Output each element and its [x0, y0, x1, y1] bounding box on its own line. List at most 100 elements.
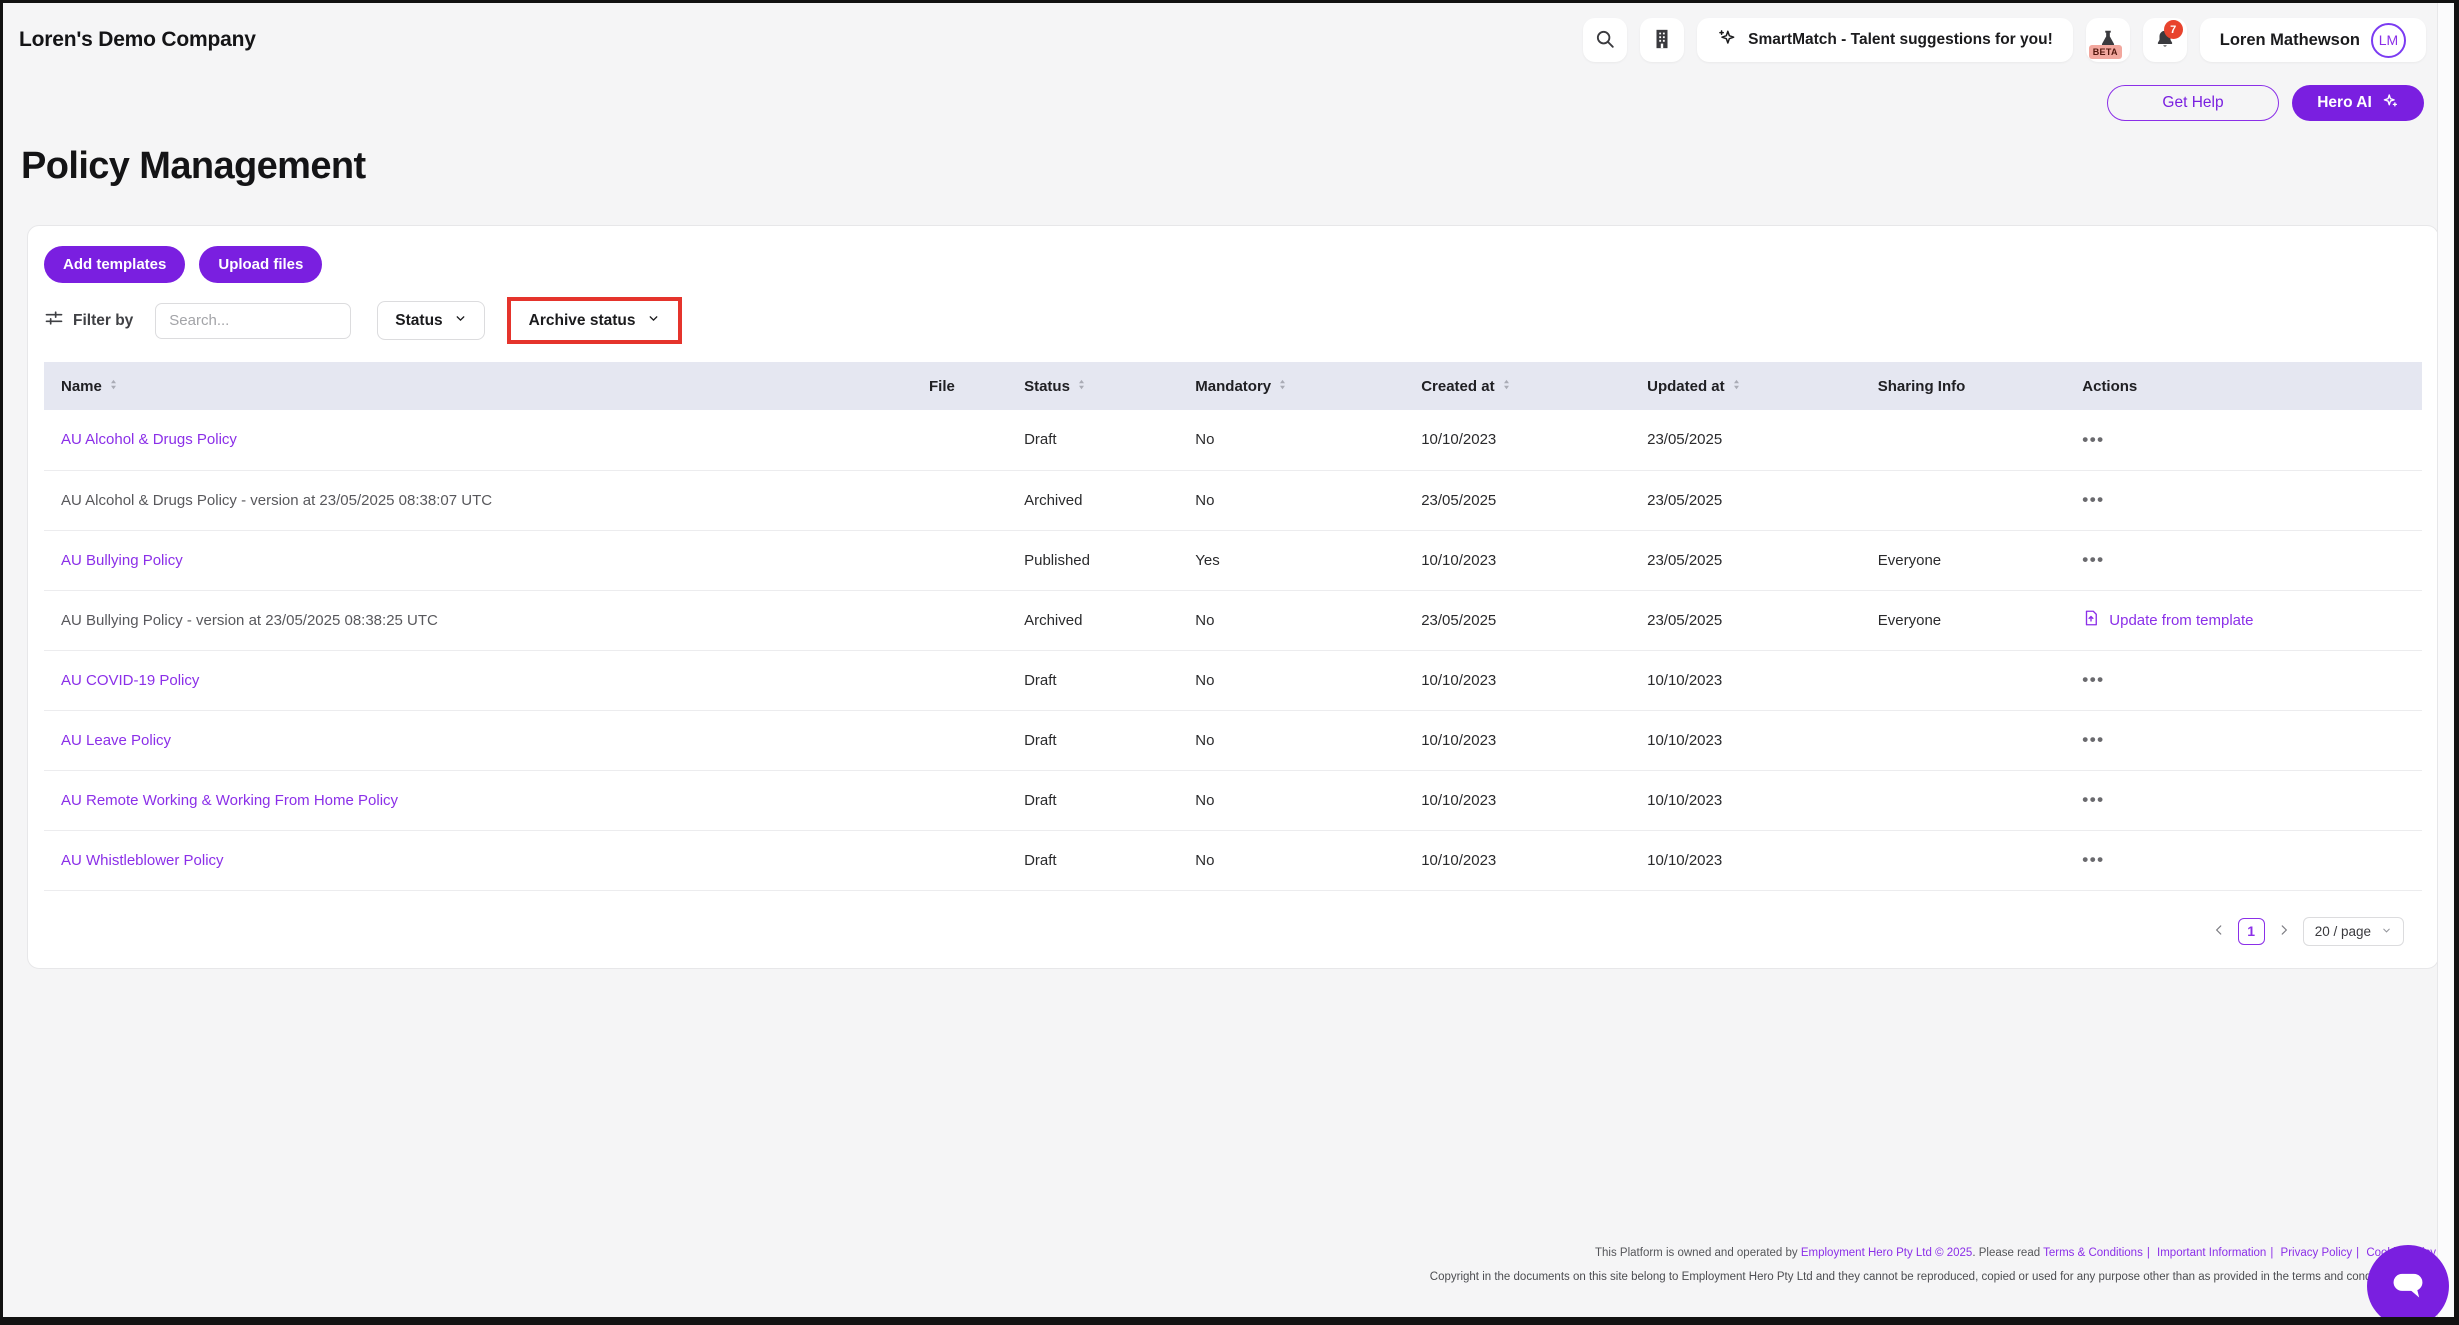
- company-link[interactable]: Employment Hero Pty Ltd © 2025: [1801, 1247, 1972, 1259]
- page-title: Policy Management: [21, 145, 366, 188]
- column-header-status[interactable]: Status: [1007, 362, 1178, 410]
- organisation-button[interactable]: [1640, 18, 1684, 62]
- row-actions-menu-button[interactable]: •••: [2082, 431, 2104, 448]
- table-row: AU Alcohol & Drugs Policy Draft No 10/10…: [44, 410, 2422, 470]
- file-cell: [912, 650, 1007, 710]
- updated-at-cell: 23/05/2025: [1630, 530, 1861, 590]
- file-cell: [912, 710, 1007, 770]
- sort-icon: [1499, 377, 1514, 396]
- file-cell: [912, 590, 1007, 650]
- notifications-button[interactable]: 7: [2143, 18, 2187, 62]
- user-menu-button[interactable]: Loren Mathewson LM: [2200, 18, 2426, 62]
- chat-launcher-button[interactable]: [2367, 1245, 2449, 1325]
- updated-at-cell: 23/05/2025: [1630, 470, 1861, 530]
- status-cell: Archived: [1007, 590, 1178, 650]
- column-header-actions: Actions: [2065, 362, 2422, 410]
- status-cell: Draft: [1007, 710, 1178, 770]
- column-header-updated-at[interactable]: Updated at: [1630, 362, 1861, 410]
- policy-name-link[interactable]: AU Whistleblower Policy: [61, 852, 224, 869]
- mandatory-cell: Yes: [1178, 530, 1404, 590]
- column-header-sharing-info: Sharing Info: [1861, 362, 2066, 410]
- table-header-row: Name File Status Mandatory Created at Up…: [44, 362, 2422, 410]
- created-at-cell: 10/10/2023: [1404, 770, 1630, 830]
- privacy-policy-link[interactable]: Privacy Policy: [2281, 1247, 2353, 1259]
- table-row: AU Alcohol & Drugs Policy - version at 2…: [44, 470, 2422, 530]
- policy-name-link[interactable]: AU Alcohol & Drugs Policy: [61, 431, 237, 448]
- status-dropdown-label: Status: [395, 312, 442, 330]
- app-window: Loren's Demo Company SmartMatch - Talent…: [0, 0, 2459, 1325]
- column-header-name[interactable]: Name: [44, 362, 912, 410]
- row-actions-menu-button[interactable]: •••: [2082, 671, 2104, 688]
- update-from-template-link[interactable]: Update from template: [2082, 609, 2253, 631]
- terms-link[interactable]: Terms & Conditions: [2043, 1247, 2143, 1259]
- status-dropdown[interactable]: Status: [377, 301, 484, 340]
- mandatory-cell: No: [1178, 470, 1404, 530]
- upload-files-button[interactable]: Upload files: [199, 246, 322, 283]
- policy-name-link[interactable]: AU COVID-19 Policy: [61, 672, 199, 689]
- smartmatch-banner-button[interactable]: SmartMatch - Talent suggestions for you!: [1697, 18, 2073, 62]
- archive-status-dropdown[interactable]: Archive status: [511, 301, 678, 340]
- row-actions-menu-button[interactable]: •••: [2082, 791, 2104, 808]
- updated-at-cell: 23/05/2025: [1630, 590, 1861, 650]
- legal-footer: This Platform is owned and operated by E…: [1430, 1241, 2436, 1289]
- smartmatch-label: SmartMatch - Talent suggestions for you!: [1748, 31, 2053, 49]
- sharing-info-cell: [1861, 410, 2066, 470]
- policy-name-text: AU Bullying Policy - version at 23/05/20…: [61, 612, 438, 629]
- created-at-cell: 23/05/2025: [1404, 590, 1630, 650]
- previous-page-button[interactable]: [2212, 923, 2226, 940]
- building-icon: [1651, 28, 1673, 53]
- filters-row: Filter by Status Archive status: [44, 297, 2422, 344]
- next-page-button[interactable]: [2277, 923, 2291, 940]
- updated-at-cell: 10/10/2023: [1630, 770, 1861, 830]
- file-cell: [912, 470, 1007, 530]
- sharing-info-cell: [1861, 650, 2066, 710]
- chevron-left-icon: [2212, 923, 2226, 940]
- table-row: AU Bullying Policy Published Yes 10/10/2…: [44, 530, 2422, 590]
- column-header-mandatory[interactable]: Mandatory: [1178, 362, 1404, 410]
- help-row: Get Help Hero AI: [2107, 85, 2424, 121]
- chat-bubble-icon: [2387, 1264, 2429, 1309]
- sharing-info-cell: [1861, 830, 2066, 890]
- sharing-info-cell: Everyone: [1861, 530, 2066, 590]
- sort-icon: [1074, 377, 1089, 396]
- policies-table: Name File Status Mandatory Created at Up…: [44, 362, 2422, 891]
- row-actions-menu-button[interactable]: •••: [2082, 491, 2104, 508]
- policy-name-link[interactable]: AU Remote Working & Working From Home Po…: [61, 792, 398, 809]
- table-row: AU Remote Working & Working From Home Po…: [44, 770, 2422, 830]
- scrollbar[interactable]: [2437, 3, 2454, 1317]
- page-size-label: 20 / page: [2315, 924, 2371, 939]
- notification-badge: 7: [2164, 20, 2183, 39]
- important-info-link[interactable]: Important Information: [2157, 1247, 2266, 1259]
- row-actions-menu-button[interactable]: •••: [2082, 551, 2104, 568]
- add-templates-button[interactable]: Add templates: [44, 246, 185, 283]
- pagination: 1 20 / page: [44, 917, 2422, 946]
- page-number-button[interactable]: 1: [2238, 918, 2265, 945]
- sharing-info-cell: [1861, 770, 2066, 830]
- created-at-cell: 10/10/2023: [1404, 530, 1630, 590]
- policy-name-link[interactable]: AU Bullying Policy: [61, 552, 183, 569]
- filter-by: Filter by: [44, 308, 133, 333]
- search-input[interactable]: [155, 303, 351, 339]
- footer-line1: This Platform is owned and operated by E…: [1430, 1241, 2436, 1265]
- status-cell: Draft: [1007, 830, 1178, 890]
- row-actions-menu-button[interactable]: •••: [2082, 731, 2104, 748]
- get-help-button[interactable]: Get Help: [2107, 85, 2279, 121]
- row-actions-menu-button[interactable]: •••: [2082, 851, 2104, 868]
- column-header-created-at[interactable]: Created at: [1404, 362, 1630, 410]
- status-cell: Draft: [1007, 410, 1178, 470]
- table-row: AU Bullying Policy - version at 23/05/20…: [44, 590, 2422, 650]
- sharing-info-cell: [1861, 710, 2066, 770]
- mandatory-cell: No: [1178, 650, 1404, 710]
- policy-name-text: AU Alcohol & Drugs Policy - version at 2…: [61, 492, 492, 509]
- hero-ai-button[interactable]: Hero AI: [2292, 85, 2424, 121]
- labs-button[interactable]: BETA: [2086, 18, 2130, 62]
- mandatory-cell: No: [1178, 830, 1404, 890]
- status-cell: Archived: [1007, 470, 1178, 530]
- sharing-info-cell: [1861, 470, 2066, 530]
- policy-name-link[interactable]: AU Leave Policy: [61, 732, 171, 749]
- sharing-info-cell: Everyone: [1861, 590, 2066, 650]
- search-button[interactable]: [1583, 18, 1627, 62]
- file-cell: [912, 830, 1007, 890]
- page-size-select[interactable]: 20 / page: [2303, 917, 2404, 946]
- sparkles-icon: [2381, 92, 2399, 115]
